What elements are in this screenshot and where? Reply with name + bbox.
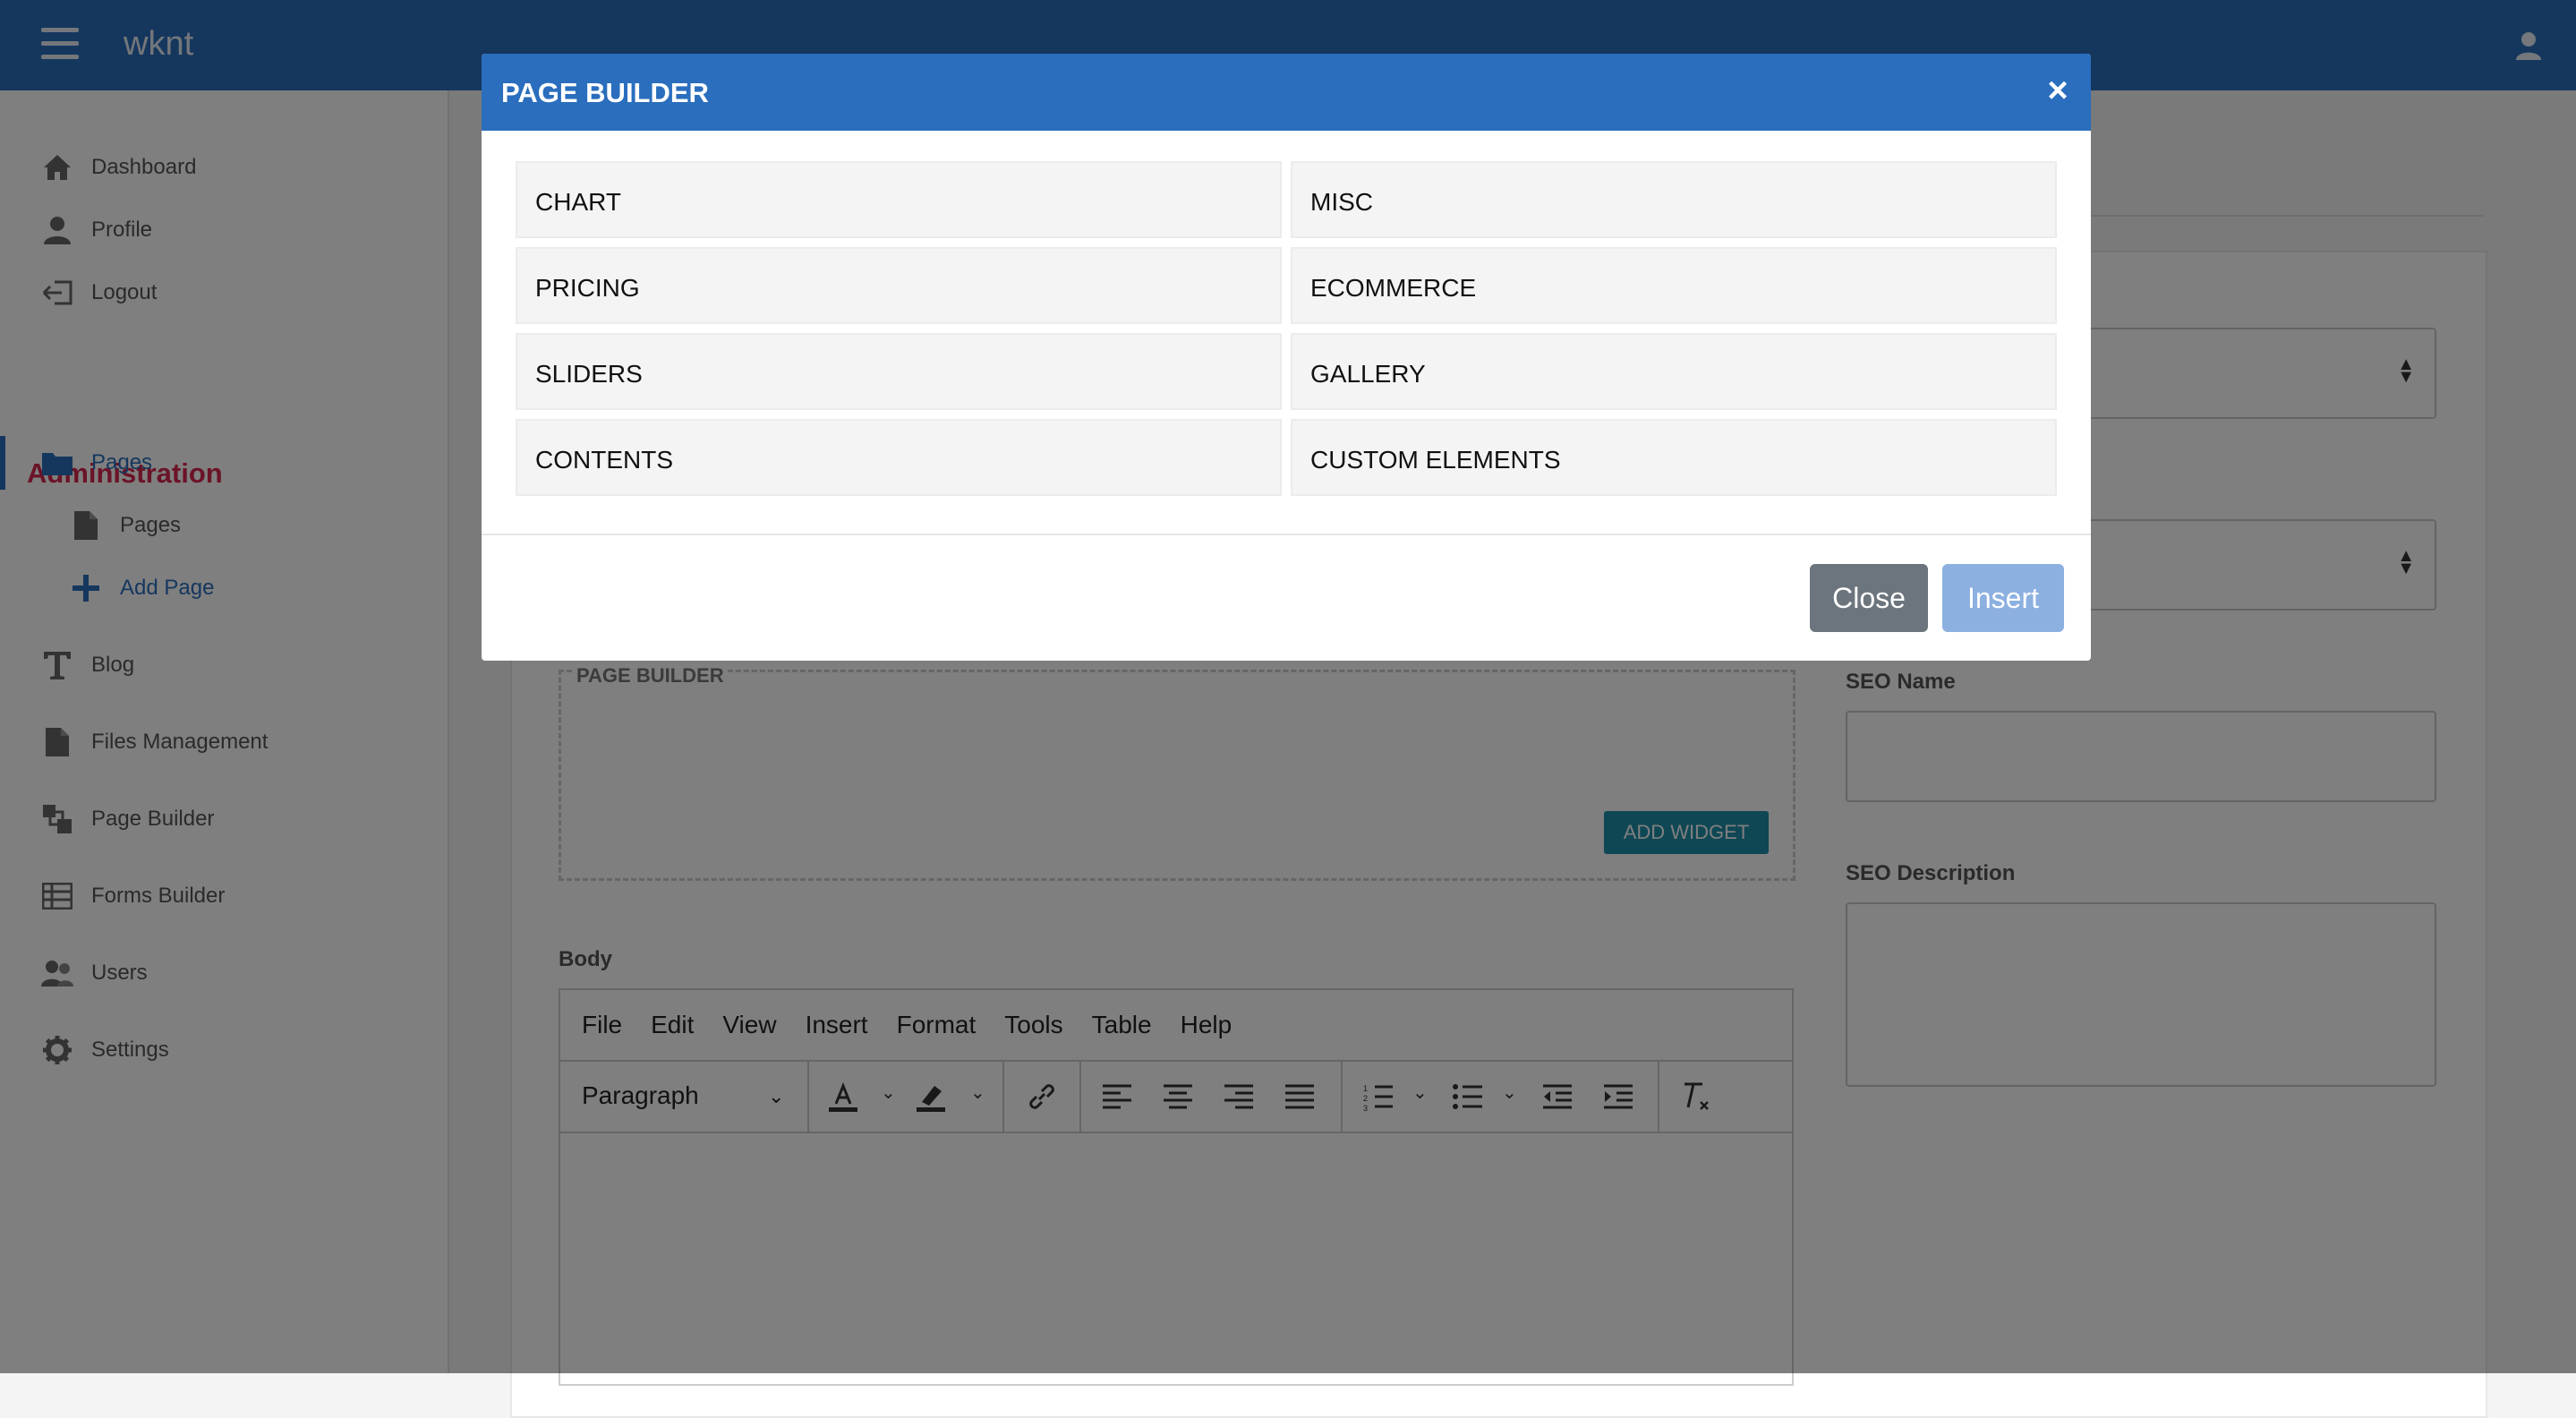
- category-label: CUSTOM ELEMENTS: [1310, 446, 1561, 474]
- category-chart[interactable]: CHART: [516, 161, 1282, 238]
- category-contents[interactable]: CONTENTS: [516, 419, 1282, 496]
- category-label: PRICING: [535, 274, 640, 302]
- category-label: MISC: [1310, 188, 1373, 216]
- modal-header: PAGE BUILDER ×: [482, 54, 2091, 131]
- category-label: CONTENTS: [535, 446, 673, 474]
- category-gallery[interactable]: GALLERY: [1291, 333, 2057, 410]
- category-misc[interactable]: MISC: [1291, 161, 2057, 238]
- category-label: CHART: [535, 188, 621, 216]
- category-label: SLIDERS: [535, 360, 643, 388]
- page-builder-modal: PAGE BUILDER × CHART MISC PRICING ECOMME…: [482, 54, 2091, 661]
- close-button[interactable]: Close: [1810, 564, 1928, 632]
- insert-button[interactable]: Insert: [1942, 564, 2064, 632]
- category-pricing[interactable]: PRICING: [516, 247, 1282, 324]
- category-label: ECOMMERCE: [1310, 274, 1477, 302]
- category-custom-elements[interactable]: CUSTOM ELEMENTS: [1291, 419, 2057, 496]
- category-label: GALLERY: [1310, 360, 1426, 388]
- modal-footer-divider: [482, 534, 2091, 535]
- close-icon[interactable]: ×: [2039, 72, 2077, 109]
- modal-title: PAGE BUILDER: [501, 77, 709, 108]
- category-ecommerce[interactable]: ECOMMERCE: [1291, 247, 2057, 324]
- category-sliders[interactable]: SLIDERS: [516, 333, 1282, 410]
